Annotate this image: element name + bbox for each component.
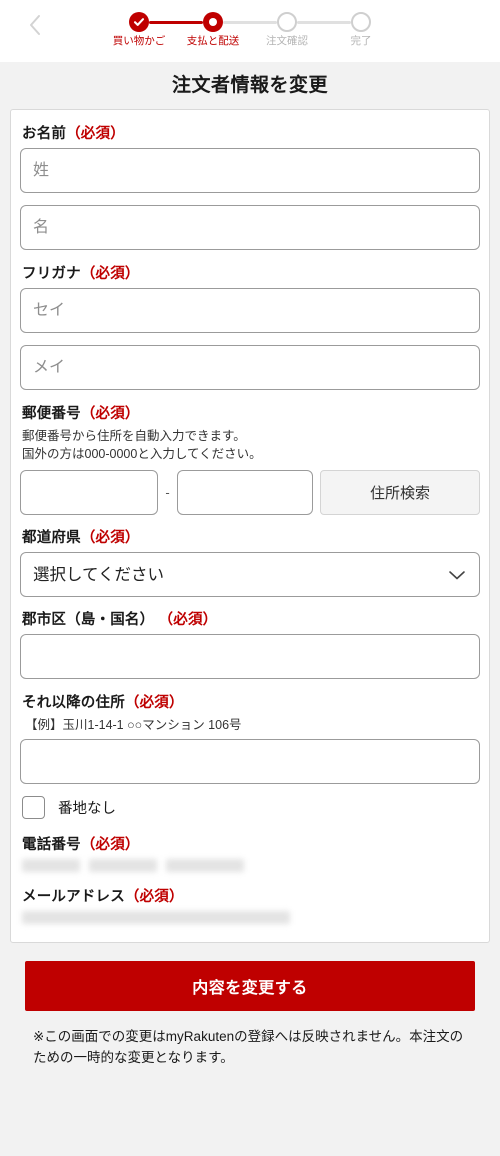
current-step-dot-icon [203, 12, 223, 32]
postal-code-help: 郵便番号から住所を自動入力できます。 国外の方は000-0000と入力してくださ… [22, 428, 480, 463]
empty-circle-icon [277, 12, 297, 32]
phone-value-redacted [22, 859, 480, 873]
prefecture-select-wrap: 選択してください [20, 552, 480, 597]
step-cart-label: 買い物かご [112, 35, 166, 47]
postal-code-label: 郵便番号（必須） [22, 402, 480, 423]
checkout-steps: 買い物かご 支払と配送 注文確認 完了 [102, 0, 398, 48]
required-mark: （必須） [158, 612, 218, 628]
email-label-text: メールアドレス [22, 889, 125, 906]
postal-help-line-1: 郵便番号から住所を自動入力できます。 [22, 429, 246, 443]
last-name-kana-input[interactable] [20, 288, 480, 333]
step-complete-label: 完了 [350, 35, 372, 47]
page-title: 注文者情報を変更 [171, 75, 328, 96]
chevron-left-icon [27, 13, 43, 37]
step-complete-node [351, 11, 371, 33]
first-name-input[interactable] [20, 205, 480, 250]
first-name-kana-input[interactable] [20, 345, 480, 390]
check-circle-icon [129, 12, 149, 32]
postal-code-part2-input[interactable] [177, 470, 313, 515]
no-banchi-label: 番地なし [58, 801, 116, 818]
prefecture-label: 都道府県（必須） [22, 526, 480, 547]
submit-change-button[interactable]: 内容を変更する [25, 961, 475, 1012]
required-mark: （必須） [124, 889, 184, 906]
required-mark: （必須） [124, 695, 184, 711]
address-rest-input[interactable] [20, 739, 480, 785]
name-label-text: お名前 [22, 126, 67, 142]
email-label: メールアドレス（必須） [22, 885, 480, 906]
last-name-input[interactable] [20, 148, 480, 193]
step-order-confirm-node [277, 11, 297, 33]
city-label-text: 郡市区（島・国名） [22, 612, 155, 628]
address-rest-label: それ以降の住所（必須） [22, 691, 480, 712]
submit-section: 内容を変更する ※この画面での変更はmyRakutenの登録へは反映されません。… [0, 943, 500, 1069]
step-payment-delivery-label: 支払と配送 [186, 35, 240, 47]
no-banchi-checkbox[interactable] [22, 796, 45, 820]
prefecture-select[interactable]: 選択してください [20, 552, 480, 597]
required-mark: （必須） [80, 406, 140, 422]
footnote-text: ※この画面での変更はmyRakutenの登録へは反映されません。本注文のための一… [33, 1029, 464, 1066]
address-rest-label-text: それ以降の住所 [22, 695, 125, 711]
prefecture-label-text: 都道府県 [22, 530, 81, 546]
step-payment-node [203, 11, 223, 33]
stepper-header: 買い物かご 支払と配送 注文確認 完了 [0, 0, 500, 62]
furigana-label-text: フリガナ [22, 266, 81, 282]
order-info-form-card: お名前（必須） フリガナ（必須） 郵便番号（必須） 郵便番号から住所を自動入力で… [10, 109, 490, 944]
email-value-redacted [22, 911, 480, 925]
phone-label: 電話番号（必須） [22, 833, 480, 854]
required-mark: （必須） [80, 837, 140, 854]
back-button[interactable] [22, 12, 48, 38]
empty-circle-icon [351, 12, 371, 32]
step-cart-node [129, 11, 149, 33]
postal-help-line-2: 国外の方は000-0000と入力してください。 [22, 446, 262, 461]
city-label: 郡市区（島・国名） （必須） [22, 608, 480, 629]
postal-code-row: - 住所検索 [20, 470, 480, 515]
address-rest-example: 【例】玉川1-14-1 ○○マンション 106号 [25, 718, 242, 732]
step-order-confirm-label: 注文確認 [266, 35, 308, 47]
postal-code-part1-input[interactable] [20, 470, 158, 515]
required-mark: （必須） [66, 126, 125, 142]
address-search-button[interactable]: 住所検索 [320, 470, 480, 515]
required-mark: （必須） [80, 266, 140, 282]
furigana-label: フリガナ（必須） [22, 262, 480, 283]
required-mark: （必須） [80, 530, 140, 546]
postal-code-separator: - [165, 485, 170, 500]
name-label: お名前（必須） [22, 122, 480, 143]
step-complete[interactable]: 完了 [324, 11, 398, 48]
city-input[interactable] [20, 634, 480, 679]
no-banchi-row[interactable]: 番地なし [22, 796, 480, 820]
phone-label-text: 電話番号 [22, 837, 81, 854]
postal-code-label-text: 郵便番号 [22, 406, 81, 422]
